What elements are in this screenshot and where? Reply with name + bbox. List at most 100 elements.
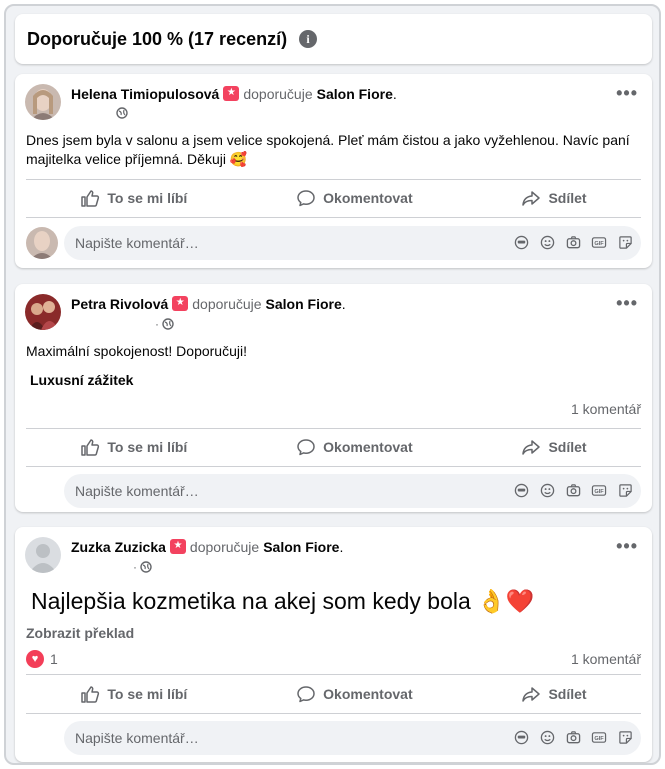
review-card: Zuzka Zuzicka ★ doporučuje Salon Fiore. … bbox=[15, 527, 652, 762]
share-button[interactable]: Sdílet bbox=[521, 437, 587, 457]
author-name[interactable]: Petra Rivolová bbox=[71, 296, 168, 312]
share-button[interactable]: Sdílet bbox=[521, 188, 587, 208]
comment-label: Okomentovat bbox=[323, 190, 413, 206]
thumbs-up-icon bbox=[81, 686, 100, 703]
comment-composer: Napište komentář… GIF bbox=[26, 474, 641, 508]
camera-icon[interactable] bbox=[565, 729, 581, 745]
avatar[interactable] bbox=[25, 84, 61, 120]
comment-composer: Napište komentář… GIF bbox=[26, 721, 641, 755]
reviews-panel: Doporučuje 100 % (17 recenzí) i Helena T… bbox=[4, 4, 661, 765]
comment-input[interactable]: Napište komentář… GIF bbox=[64, 474, 641, 508]
share-label: Sdílet bbox=[548, 686, 587, 702]
svg-text:GIF: GIF bbox=[594, 735, 604, 741]
avatar-sticker-icon[interactable] bbox=[513, 482, 529, 498]
avatar[interactable] bbox=[25, 537, 61, 573]
gif-icon[interactable]: GIF bbox=[591, 234, 607, 250]
privacy-line bbox=[113, 107, 128, 119]
gif-icon[interactable]: GIF bbox=[591, 729, 607, 745]
review-text: Dnes jsem byla v salonu a jsem velice sp… bbox=[26, 132, 630, 167]
globe-icon bbox=[140, 561, 152, 573]
comment-count[interactable]: 1 komentář bbox=[571, 401, 641, 417]
sticker-icon[interactable] bbox=[617, 729, 633, 745]
separator-dot: · bbox=[155, 317, 159, 331]
gif-icon[interactable]: GIF bbox=[591, 482, 607, 498]
author-name[interactable]: Zuzka Zuzicka bbox=[71, 539, 166, 555]
recommends-label: doporučuje bbox=[192, 296, 262, 312]
more-options-button[interactable]: ••• bbox=[616, 537, 638, 555]
comment-label: Okomentovat bbox=[323, 439, 413, 455]
privacy-line: · bbox=[133, 560, 152, 574]
globe-icon bbox=[162, 318, 174, 330]
globe-icon bbox=[116, 107, 128, 119]
comment-count[interactable]: 1 komentář bbox=[571, 651, 641, 667]
action-bar: To se mi líbí Okomentovat Sdílet bbox=[26, 429, 641, 465]
privacy-line: · bbox=[155, 317, 174, 331]
avatar-sticker-icon[interactable] bbox=[513, 234, 529, 250]
comment-button[interactable]: Okomentovat bbox=[296, 437, 413, 457]
review-text: Maximální spokojenost! Doporučuji! bbox=[26, 343, 247, 359]
recommends-label: doporučuje bbox=[189, 539, 260, 555]
like-label: To se mi líbí bbox=[107, 439, 188, 455]
reviews-summary-title: Doporučuje 100 % (17 recenzí) bbox=[27, 28, 288, 49]
review-text: Najlepšia kozmetika na akej som kedy bol… bbox=[31, 588, 535, 614]
page-name[interactable]: Salon Fiore bbox=[266, 296, 342, 312]
share-icon bbox=[522, 440, 541, 455]
reaction-summary[interactable]: ♥ 1 bbox=[26, 650, 58, 668]
like-button[interactable]: To se mi líbí bbox=[80, 437, 187, 457]
review-header-line: Helena Timiopulosová ★ doporučuje Salon … bbox=[71, 85, 397, 102]
camera-icon[interactable] bbox=[565, 482, 581, 498]
emoji-icon[interactable] bbox=[539, 482, 555, 498]
divider bbox=[26, 713, 641, 714]
avatar[interactable] bbox=[25, 294, 61, 330]
recommends-label: doporučuje bbox=[243, 86, 313, 102]
review-tag: Luxusní zážitek bbox=[30, 372, 134, 388]
sticker-icon[interactable] bbox=[617, 482, 633, 498]
recommend-icon: ★ bbox=[169, 538, 186, 554]
page-name[interactable]: Salon Fiore bbox=[317, 86, 393, 102]
info-icon[interactable]: i bbox=[299, 30, 318, 48]
review-header-line: Zuzka Zuzicka ★ doporučuje Salon Fiore. bbox=[71, 538, 344, 555]
author-name[interactable]: Helena Timiopulosová bbox=[71, 86, 219, 102]
comment-button[interactable]: Okomentovat bbox=[296, 684, 413, 704]
svg-text:GIF: GIF bbox=[594, 240, 604, 246]
comment-input[interactable]: Napište komentář… GIF bbox=[64, 226, 641, 260]
thumbs-up-icon bbox=[81, 439, 100, 456]
share-icon bbox=[522, 687, 541, 702]
more-options-button[interactable]: ••• bbox=[616, 294, 638, 312]
comment-icon bbox=[297, 190, 315, 207]
reaction-count: 1 bbox=[50, 651, 58, 667]
action-bar: To se mi líbí Okomentovat Sdílet bbox=[26, 180, 641, 216]
separator-dot: · bbox=[133, 560, 137, 574]
current-user-avatar[interactable] bbox=[26, 227, 58, 259]
comment-placeholder: Napište komentář… bbox=[75, 235, 199, 251]
review-card: Petra Rivolová ★ doporučuje Salon Fiore.… bbox=[15, 284, 652, 512]
see-translation-link[interactable]: Zobrazit překlad bbox=[26, 625, 134, 641]
like-label: To se mi líbí bbox=[107, 190, 188, 206]
divider bbox=[26, 674, 641, 675]
emoji-icon[interactable] bbox=[539, 729, 555, 745]
avatar-sticker-icon[interactable] bbox=[513, 729, 529, 745]
share-label: Sdílet bbox=[548, 439, 587, 455]
like-button[interactable]: To se mi líbí bbox=[80, 188, 187, 208]
comment-icon bbox=[297, 439, 315, 456]
heart-icon: ♥ bbox=[26, 650, 44, 668]
divider bbox=[26, 466, 641, 467]
comment-placeholder: Napište komentář… bbox=[75, 483, 199, 499]
comment-composer: Napište komentář… GIF bbox=[26, 226, 641, 260]
review-card: Helena Timiopulosová ★ doporučuje Salon … bbox=[15, 74, 652, 268]
page-name[interactable]: Salon Fiore bbox=[263, 539, 339, 555]
recommend-icon: ★ bbox=[223, 85, 240, 101]
comment-placeholder: Napište komentář… bbox=[75, 730, 199, 746]
share-icon bbox=[522, 191, 541, 206]
camera-icon[interactable] bbox=[565, 234, 581, 250]
comment-button[interactable]: Okomentovat bbox=[296, 188, 413, 208]
reviews-header: Doporučuje 100 % (17 recenzí) i bbox=[15, 14, 652, 64]
svg-text:GIF: GIF bbox=[594, 488, 604, 494]
like-button[interactable]: To se mi líbí bbox=[80, 684, 187, 704]
sticker-icon[interactable] bbox=[617, 234, 633, 250]
emoji-icon[interactable] bbox=[539, 234, 555, 250]
more-options-button[interactable]: ••• bbox=[616, 84, 638, 102]
share-button[interactable]: Sdílet bbox=[521, 684, 587, 704]
comment-icon bbox=[297, 686, 315, 703]
comment-input[interactable]: Napište komentář… GIF bbox=[64, 721, 641, 755]
